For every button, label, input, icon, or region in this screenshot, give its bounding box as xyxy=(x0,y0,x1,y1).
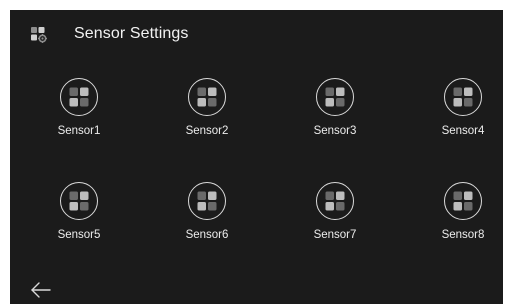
sensor-item-4[interactable]: Sensor4 xyxy=(424,78,503,148)
sensor-grid: Sensor1 Sensor2 Sensor3 Sensor4 Sensor5 … xyxy=(10,10,503,304)
sensor-item-3[interactable]: Sensor3 xyxy=(296,78,376,148)
sensor-label: Sensor4 xyxy=(441,125,485,137)
sensor-settings-screen: Sensor Settings Sensor1 Sensor2 Sensor3 … xyxy=(10,10,503,304)
sensor-label: Sensor8 xyxy=(441,229,485,241)
sensor-item-5[interactable]: Sensor5 xyxy=(40,182,120,252)
sensor-grid-icon xyxy=(444,182,482,220)
sensor-grid-icon xyxy=(316,182,354,220)
sensor-label: Sensor1 xyxy=(57,125,101,137)
sensor-item-8[interactable]: Sensor8 xyxy=(424,182,503,252)
sensor-grid-icon xyxy=(60,78,98,116)
sensor-grid-icon xyxy=(188,182,226,220)
sensor-grid-icon xyxy=(444,78,482,116)
sensor-item-6[interactable]: Sensor6 xyxy=(168,182,248,252)
back-arrow-icon xyxy=(30,282,52,304)
sensor-label: Sensor5 xyxy=(57,229,101,241)
sensor-grid-icon xyxy=(316,78,354,116)
sensor-item-1[interactable]: Sensor1 xyxy=(40,78,120,148)
sensor-label: Sensor2 xyxy=(185,125,229,137)
sensor-item-2[interactable]: Sensor2 xyxy=(168,78,248,148)
sensor-label: Sensor3 xyxy=(313,125,357,137)
sensor-grid-icon xyxy=(60,182,98,220)
sensor-label: Sensor6 xyxy=(185,229,229,241)
sensor-label: Sensor7 xyxy=(313,229,357,241)
back-button[interactable] xyxy=(30,280,52,300)
sensor-item-7[interactable]: Sensor7 xyxy=(296,182,376,252)
sensor-grid-icon xyxy=(188,78,226,116)
